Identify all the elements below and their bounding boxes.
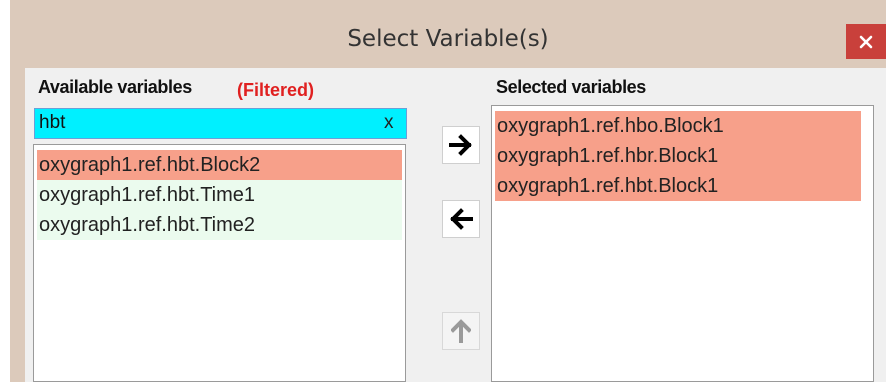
- move-up-button[interactable]: [442, 312, 480, 350]
- add-variable-button[interactable]: [442, 126, 480, 164]
- available-variables-list[interactable]: oxygraph1.ref.hbt.Block2 oxygraph1.ref.h…: [33, 144, 406, 382]
- arrow-up-icon: [451, 319, 471, 343]
- arrow-right-icon: [449, 134, 472, 156]
- selected-variables-label: Selected variables: [496, 77, 646, 97]
- close-button[interactable]: [846, 24, 886, 59]
- select-variables-dialog: Select Variable(s) Available variables (…: [10, 0, 886, 382]
- dialog-body: Available variables (Filtered) x oxygrap…: [25, 68, 886, 382]
- available-variables-label: Available variables: [38, 77, 192, 97]
- arrow-left-icon: [450, 208, 473, 230]
- close-icon: [859, 35, 873, 48]
- filter-field[interactable]: x: [34, 108, 407, 139]
- list-item[interactable]: oxygraph1.ref.hbr.Block1: [495, 141, 861, 171]
- clear-filter-button[interactable]: x: [384, 109, 394, 136]
- list-item[interactable]: oxygraph1.ref.hbt.Time1: [37, 180, 402, 210]
- remove-variable-button[interactable]: [442, 200, 480, 238]
- list-item[interactable]: oxygraph1.ref.hbt.Time2: [37, 210, 402, 240]
- list-item[interactable]: oxygraph1.ref.hbt.Block2: [37, 150, 402, 180]
- filtered-label: (Filtered): [237, 80, 315, 100]
- title-bar[interactable]: Select Variable(s): [10, 0, 886, 68]
- list-item[interactable]: oxygraph1.ref.hbt.Block1: [495, 171, 861, 201]
- filter-input[interactable]: [39, 110, 369, 136]
- selected-variables-list[interactable]: oxygraph1.ref.hbo.Block1 oxygraph1.ref.h…: [491, 105, 874, 382]
- list-item[interactable]: oxygraph1.ref.hbo.Block1: [495, 111, 861, 141]
- dialog-title: Select Variable(s): [347, 26, 549, 52]
